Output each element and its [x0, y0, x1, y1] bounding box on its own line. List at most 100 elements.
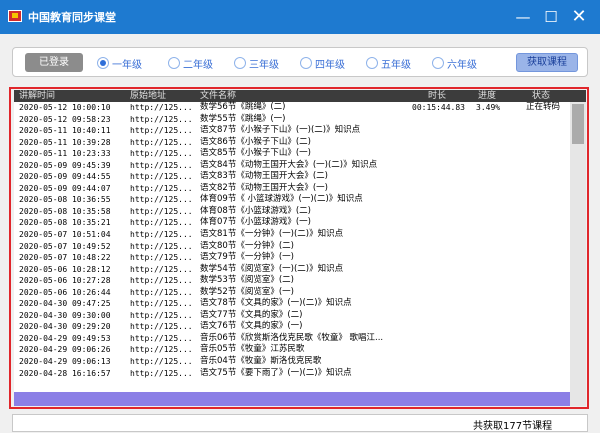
grade-radio-1[interactable]: 一年级 [97, 55, 142, 71]
row-name: 体育09节《 小篮球游戏》(一)(二)》知识点 [200, 194, 363, 205]
row-name: 语文82节《动物王国开大会》(一) [200, 182, 328, 193]
row-time: 2020-05-06 10:27:28 [19, 276, 111, 286]
table-row[interactable]: 2020-04-30 09:47:25 http://125... 语文78节《文具… [14, 298, 570, 310]
table-row[interactable]: 2020-05-07 10:51:04 http://125... 语文81节《一分… [14, 229, 570, 241]
row-time: 2020-05-07 10:51:04 [19, 230, 111, 240]
grade-radio-2[interactable]: 二年级 [168, 55, 213, 71]
table-row[interactable]: 2020-05-11 10:39:28 http://125... 语文86节《小猴… [14, 137, 570, 149]
row-name: 语文76节《文具的家》(一) [200, 321, 303, 332]
vertical-scroll-thumb[interactable] [572, 104, 584, 144]
row-name: 语文80节《一分钟》(二) [200, 240, 294, 251]
row-time: 2020-04-29 09:06:13 [19, 357, 111, 367]
row-duration: 00:15:44.83 [412, 103, 465, 112]
table-row[interactable]: 2020-05-12 10:00:10 http://125... 数学56节《跳绳… [14, 102, 570, 114]
row-time: 2020-05-09 09:45:39 [19, 160, 111, 170]
row-time: 2020-05-11 10:39:28 [19, 137, 111, 147]
row-time: 2020-04-28 16:16:57 [19, 368, 111, 378]
grade-radio-3[interactable]: 三年级 [234, 55, 279, 71]
horizontal-scrollbar[interactable] [14, 392, 570, 406]
row-name: 语文77节《文具的家》(二) [200, 309, 303, 320]
row-name: 数学56节《跳绳》(二) [200, 102, 286, 112]
row-name: 语文85节《小猴子下山》(一) [200, 148, 311, 159]
table-row[interactable]: 2020-04-30 09:29:20 http://125... 语文76节《文具… [14, 321, 570, 333]
close-button[interactable]: ✕ [562, 0, 596, 34]
row-url: http://125... [130, 114, 193, 124]
radio-unchecked-icon [234, 57, 246, 69]
row-name: 数学52节《阅览室》(一) [200, 286, 294, 297]
fetch-courses-button[interactable]: 获取课程 [516, 53, 578, 72]
row-name: 音乐04节《牧童》斯洛伐克民歌 [200, 356, 322, 367]
table-row[interactable]: 2020-05-09 09:44:07 http://125... 语文82节《动物… [14, 183, 570, 195]
column-header-status[interactable]: 状态 [532, 90, 550, 102]
table-row[interactable]: 2020-05-09 09:45:39 http://125... 语文84节《动物… [14, 160, 570, 172]
grade-radio-6[interactable]: 六年级 [432, 55, 477, 71]
grade-radio-5[interactable]: 五年级 [366, 55, 411, 71]
row-name: 语文86节《小猴子下山》(二) [200, 136, 311, 147]
table-row[interactable]: 2020-04-29 09:06:13 http://125... 音乐04节《牧童… [14, 356, 570, 368]
grade-radio-4[interactable]: 四年级 [300, 55, 345, 71]
row-time: 2020-05-07 10:49:52 [19, 241, 111, 251]
row-name: 体育08节《小篮球游戏》(二) [200, 205, 311, 216]
row-time: 2020-05-12 09:58:23 [19, 114, 111, 124]
scrollbar-corner [570, 392, 586, 406]
column-header-duration[interactable]: 时长 [428, 90, 446, 102]
radio-unchecked-icon [366, 57, 378, 69]
row-url: http://125... [130, 357, 193, 367]
title-bar: 中国教育同步课堂 — ☐ ✕ [0, 0, 600, 34]
column-header-name[interactable]: 文件名称 [200, 90, 236, 102]
row-url: http://125... [130, 137, 193, 147]
row-url: http://125... [130, 276, 193, 286]
app-logo-icon [8, 10, 22, 22]
column-header-time[interactable]: 讲解时间 [19, 90, 55, 102]
table-row[interactable]: 2020-05-11 10:23:33 http://125... 语文85节《小猴… [14, 148, 570, 160]
row-time: 2020-05-08 10:35:58 [19, 206, 111, 216]
table-row[interactable]: 2020-05-06 10:27:28 http://125... 数学53节《阅览… [14, 275, 570, 287]
row-url: http://125... [130, 206, 193, 216]
row-name: 体育07节《小篮球游戏》(一) [200, 217, 311, 228]
status-bar: 共获取177节课程 [12, 414, 588, 432]
radio-unchecked-icon [300, 57, 312, 69]
table-row[interactable]: 2020-04-30 09:30:00 http://125... 语文77节《文具… [14, 310, 570, 322]
table-row[interactable]: 2020-04-29 09:49:53 http://125... 音乐06节《欣赏… [14, 333, 570, 345]
row-url: http://125... [130, 126, 193, 136]
table-row[interactable]: 2020-05-07 10:49:52 http://125... 语文80节《一分… [14, 241, 570, 253]
column-header-progress[interactable]: 进度 [478, 90, 496, 102]
table-row[interactable]: 2020-05-06 10:26:44 http://125... 数学52节《阅览… [14, 287, 570, 299]
row-url: http://125... [130, 345, 193, 355]
vertical-scrollbar[interactable] [570, 102, 586, 392]
radio-unchecked-icon [432, 57, 444, 69]
table-row[interactable]: 2020-05-08 10:35:21 http://125... 体育07节《小篮… [14, 217, 570, 229]
horizontal-scroll-thumb[interactable] [14, 392, 570, 406]
course-list[interactable]: 讲解时间 原始地址 文件名称 时长 进度 状态 2020-05-12 10:00… [14, 90, 586, 406]
row-url: http://125... [130, 218, 193, 228]
table-row[interactable]: 2020-05-09 09:44:55 http://125... 语文83节《动物… [14, 171, 570, 183]
table-row[interactable]: 2020-04-29 09:06:26 http://125... 音乐05节《牧童… [14, 344, 570, 356]
row-time: 2020-04-29 09:49:53 [19, 333, 111, 343]
row-progress: 3.49% [476, 103, 501, 112]
row-url: http://125... [130, 287, 193, 297]
column-header-url[interactable]: 原始地址 [130, 90, 166, 102]
row-url: http://125... [130, 253, 193, 263]
row-time: 2020-05-11 10:40:11 [19, 126, 111, 136]
grade-radio-label: 四年级 [315, 59, 345, 71]
table-row[interactable]: 2020-05-06 10:28:12 http://125... 数学54节《阅览… [14, 264, 570, 276]
grade-radio-label: 一年级 [112, 59, 142, 71]
table-row[interactable]: 2020-05-12 09:58:23 http://125... 数学55节《跳绳… [14, 114, 570, 126]
table-row[interactable]: 2020-05-11 10:40:11 http://125... 语文87节《小猴… [14, 125, 570, 137]
row-time: 2020-05-08 10:36:55 [19, 195, 111, 205]
row-time: 2020-04-30 09:47:25 [19, 299, 111, 309]
list-header: 讲解时间 原始地址 文件名称 时长 进度 状态 [14, 90, 586, 102]
row-url: http://125... [130, 368, 193, 378]
row-name: 语文78节《文具的家》(一)(二)》知识点 [200, 298, 352, 309]
row-name: 语文79节《一分钟》(一) [200, 252, 294, 263]
row-url: http://125... [130, 172, 193, 182]
window-title: 中国教育同步课堂 [28, 11, 116, 24]
row-url: http://125... [130, 299, 193, 309]
row-name: 语文84节《动物王国开大会》(一)(二)》知识点 [200, 159, 378, 170]
table-row[interactable]: 2020-05-08 10:36:55 http://125... 体育09节《 小… [14, 194, 570, 206]
radio-unchecked-icon [168, 57, 180, 69]
table-row[interactable]: 2020-05-07 10:48:22 http://125... 语文79节《一分… [14, 252, 570, 264]
login-status-button[interactable]: 已登录 [25, 53, 83, 72]
table-row[interactable]: 2020-04-28 16:16:57 http://125... 语文75节《要下… [14, 368, 570, 380]
table-row[interactable]: 2020-05-08 10:35:58 http://125... 体育08节《小篮… [14, 206, 570, 218]
